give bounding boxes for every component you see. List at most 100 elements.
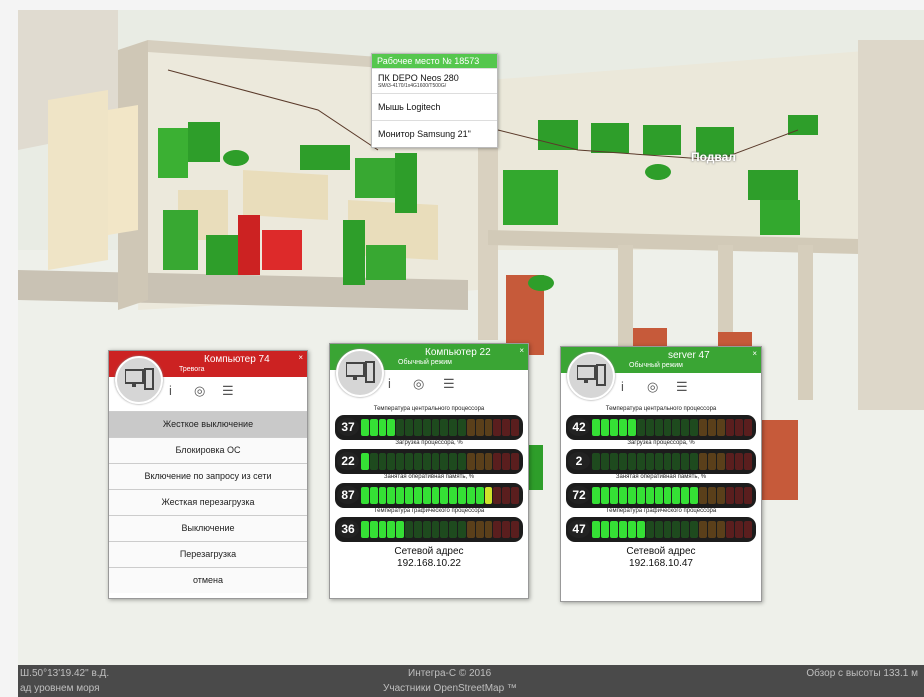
gauge-segment <box>511 521 519 538</box>
close-icon[interactable]: × <box>519 346 524 355</box>
gauge-segment <box>672 453 681 470</box>
gauge-segment <box>378 419 387 436</box>
network-address: 192.168.10.47 <box>629 558 693 569</box>
ram-usage-gauge: 72 <box>566 483 756 508</box>
menu-reboot[interactable]: Перезагрузка <box>109 541 307 567</box>
gauge-value: 87 <box>337 486 359 504</box>
gauge-segment <box>431 487 440 504</box>
computer-avatar <box>336 349 384 397</box>
panel-status: Тревога <box>179 366 205 373</box>
gauge-segment <box>717 521 726 538</box>
network-address-label: Сетевой адрес <box>626 546 696 557</box>
cpu-load-gauge: 22 <box>335 449 523 474</box>
copyright-text: Интегра-С © 2016 <box>408 668 492 679</box>
gauge-segment <box>618 419 627 436</box>
gauge-segment <box>600 419 609 436</box>
info-icon[interactable]: i <box>388 376 391 391</box>
menu-wake-on-lan[interactable]: Включение по запросу из сети <box>109 463 307 489</box>
gauge-segment <box>681 521 690 538</box>
gauge-segment <box>645 487 654 504</box>
webcam-icon[interactable]: ◎ <box>413 376 424 392</box>
webcam-icon[interactable]: ◎ <box>194 383 205 399</box>
gauge-segment <box>484 453 493 470</box>
gauge-segment <box>458 419 466 436</box>
gauge-segment <box>493 487 502 504</box>
gauge-segment <box>592 419 600 436</box>
gauge-segment <box>609 521 618 538</box>
panel-title: Компьютер 74 <box>204 354 270 365</box>
gauge-segment <box>663 521 672 538</box>
gauge-segment <box>387 453 396 470</box>
panel-title: Компьютер 22 <box>425 347 491 358</box>
gauge-segment <box>717 419 726 436</box>
menu-hard-reboot[interactable]: Жесткая перезагрузка <box>109 489 307 515</box>
gauge-segment <box>422 419 431 436</box>
gauge-segment <box>387 521 396 538</box>
gauge-segment <box>369 419 378 436</box>
menu-lock-os[interactable]: Блокировка ОС <box>109 437 307 463</box>
menu-icon[interactable]: ☰ <box>676 379 688 395</box>
tooltip-title: Рабочее место № 18573 <box>372 54 497 68</box>
info-icon[interactable]: i <box>621 379 624 394</box>
close-icon[interactable]: × <box>752 349 757 358</box>
gauge-segment <box>369 487 378 504</box>
panel-status: Обычный режим <box>398 359 452 366</box>
osm-credit-text: Участники OpenStreetMap ™ <box>383 683 517 694</box>
gauge-segment <box>405 487 413 504</box>
gauge-segment <box>743 419 752 436</box>
info-icon[interactable]: i <box>169 383 172 398</box>
close-icon[interactable]: × <box>298 353 303 362</box>
gauge-segment <box>699 419 708 436</box>
gauge-segment <box>735 419 743 436</box>
menu-shutdown[interactable]: Выключение <box>109 515 307 541</box>
gauge-segment <box>609 453 618 470</box>
menu-cancel[interactable]: отмена <box>109 567 307 593</box>
gauge-segment <box>663 487 672 504</box>
gauge-label: Занятая оперативная память, % <box>615 474 707 480</box>
gauge-segment <box>627 487 636 504</box>
tooltip-pc: ПК DEPO Neos 280 SM/i3-4170/1x4G1600/T50… <box>372 68 497 93</box>
gauge-segment <box>396 419 405 436</box>
gauge-value: 36 <box>337 520 359 538</box>
gauge-segment <box>645 419 654 436</box>
gauge-segment <box>618 453 627 470</box>
gauge-segment <box>654 487 663 504</box>
menu-icon[interactable]: ☰ <box>222 383 234 399</box>
gauge-segment <box>609 419 618 436</box>
gauge-segment <box>484 521 493 538</box>
webcam-icon[interactable]: ◎ <box>647 379 658 395</box>
gauge-segment <box>449 521 458 538</box>
gauge-segment <box>600 487 609 504</box>
gauge-segment <box>502 521 511 538</box>
gauge-segment <box>735 487 743 504</box>
gauge-segment <box>475 419 484 436</box>
gauge-segment <box>396 487 405 504</box>
gauge-segment <box>466 453 475 470</box>
gauge-segment <box>475 453 484 470</box>
gauge-label: Загрузка процессора, % <box>395 440 463 446</box>
gauge-segment <box>475 487 484 504</box>
gauge-segment <box>440 487 449 504</box>
gauge-segment <box>726 419 734 436</box>
gauge-segment <box>600 453 609 470</box>
gauge-value: 47 <box>568 520 590 538</box>
gauge-segment <box>681 487 690 504</box>
cpu-temp-gauge: 42 <box>566 415 756 440</box>
gauge-segment <box>645 521 654 538</box>
gauge-segment <box>690 453 699 470</box>
gauge-segment <box>431 521 440 538</box>
gauge-segment <box>458 487 466 504</box>
power-menu: Жесткое выключение Блокировка ОС Включен… <box>109 411 307 593</box>
gauge-segment <box>440 521 449 538</box>
gauge-segment <box>484 419 493 436</box>
menu-hard-shutdown[interactable]: Жесткое выключение <box>109 411 307 437</box>
menu-icon[interactable]: ☰ <box>443 376 455 392</box>
gauge-segment <box>690 419 699 436</box>
gauge-segment <box>592 521 600 538</box>
gauge-segment <box>440 453 449 470</box>
gauge-label: Температура графического процессора <box>373 508 485 514</box>
gauge-segment <box>699 453 708 470</box>
server-47-panel: server 47 Обычный режим × i ◎ ☰ Температ… <box>560 346 762 602</box>
tooltip-pc-spec: SM/i3-4170/1x4G1600/T500G/ <box>378 83 447 89</box>
gauge-segment <box>378 487 387 504</box>
